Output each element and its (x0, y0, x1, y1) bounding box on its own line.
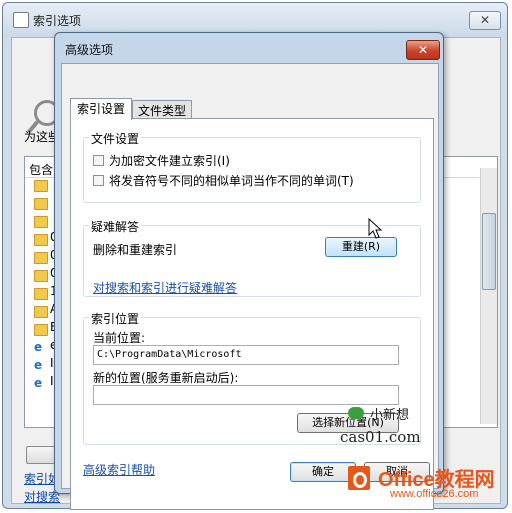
folder-icon (34, 180, 48, 192)
dialog-close-button[interactable]: ✕ (406, 40, 440, 60)
ie-icon: e (34, 358, 43, 372)
wechat-icon (348, 407, 364, 419)
outer-window-title: 索引选项 (33, 14, 82, 28)
folder-icon (34, 324, 48, 336)
ie-icon: e (34, 340, 43, 354)
watermark-name: 小新想 (370, 408, 410, 423)
ie-icon: e (34, 376, 43, 390)
index-location-title: 索引位置 (89, 310, 142, 327)
index-options-icon (13, 12, 29, 28)
mouse-cursor-icon (368, 218, 383, 239)
diacritics-checkbox[interactable] (93, 175, 104, 186)
encrypted-files-checkbox[interactable] (93, 155, 104, 166)
folder-icon (34, 216, 48, 228)
list-scrollbar[interactable] (480, 168, 497, 424)
list-item: I (50, 356, 54, 370)
folder-icon (34, 306, 48, 318)
tab-file-types[interactable]: 文件类型 (132, 100, 192, 120)
tab-index-settings[interactable]: 索引设置 (70, 98, 132, 120)
list-header: 包含 (29, 163, 54, 177)
current-location-field[interactable]: C:\ProgramData\Microsoft (93, 345, 399, 365)
rebuild-button[interactable]: 重建(R) (325, 237, 397, 257)
dialog-client-area: 索引设置 文件类型 文件设置 为加密文件建立索引(I) 将发音符号不同的相似单词… (61, 63, 439, 510)
diacritics-label: 将发音符号不同的相似单词当作不同的单词(T) (109, 174, 354, 188)
watermark-domain: cas01.com (340, 428, 421, 446)
folder-icon (34, 234, 48, 246)
ok-button[interactable]: 确定 (290, 462, 356, 482)
folder-icon (34, 288, 48, 300)
office-logo-icon (348, 466, 370, 490)
outer-close-button[interactable]: ✕ (469, 11, 501, 30)
folder-icon (34, 270, 48, 282)
encrypted-files-label: 为加密文件建立索引(I) (109, 154, 230, 168)
new-location-field[interactable] (93, 385, 399, 405)
dialog-title: 高级选项 (65, 43, 114, 57)
tab-panel-index-settings: 文件设置 为加密文件建立索引(I) 将发音符号不同的相似单词当作不同的单词(T)… (70, 118, 434, 510)
folder-icon (34, 198, 48, 210)
watermark-url: www.office26.com (390, 488, 479, 500)
advanced-options-dialog: 高级选项 ✕ 索引设置 文件类型 文件设置 为加密文件建立索引(I) 将发音符号… (54, 32, 444, 510)
troubleshoot-link[interactable]: 对搜索和索引进行疑难解答 (93, 279, 237, 296)
current-location-label: 当前位置: (93, 331, 146, 345)
troubleshooting-title: 疑难解答 (89, 218, 142, 235)
rebuild-label: 删除和重建索引 (93, 243, 178, 257)
folder-icon (34, 252, 48, 264)
file-settings-title: 文件设置 (89, 130, 142, 147)
list-scrollbar-thumb[interactable] (482, 213, 496, 290)
advanced-index-help-link[interactable]: 高级索引帮助 (83, 461, 155, 478)
list-item: I (50, 374, 54, 388)
new-location-label: 新的位置(服务重新启动后): (93, 371, 239, 385)
